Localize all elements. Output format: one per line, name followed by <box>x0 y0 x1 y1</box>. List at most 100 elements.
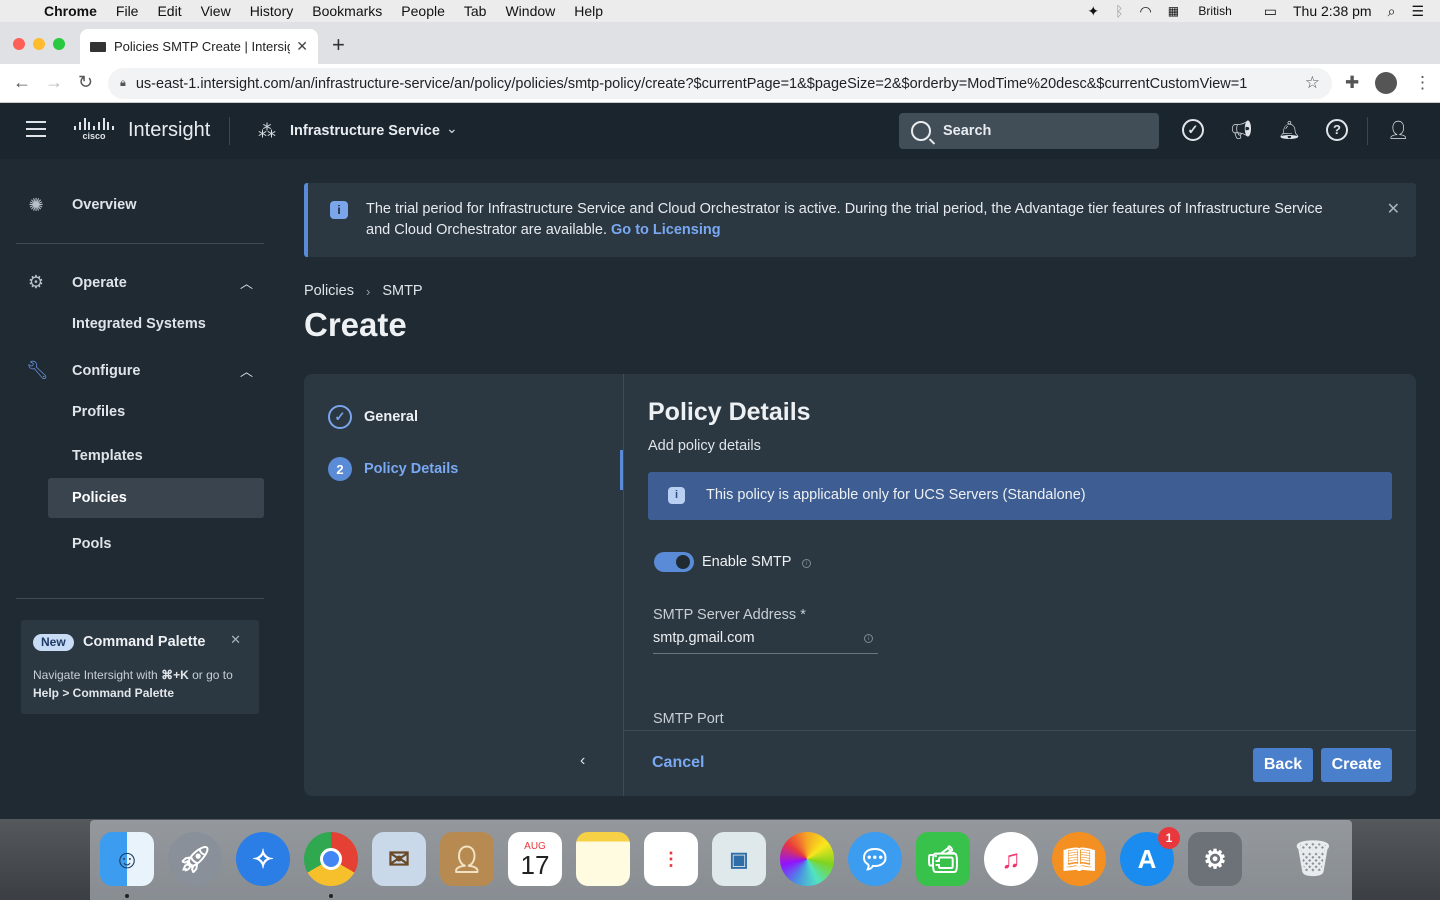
step-label: General <box>364 409 418 425</box>
mail-eagle-icon[interactable]: ✉ <box>372 832 426 886</box>
lock-icon: 🔒︎ <box>120 77 126 89</box>
menu-edit[interactable]: Edit <box>157 3 181 19</box>
menu-people[interactable]: People <box>401 3 445 19</box>
info-icon[interactable]: i <box>864 634 873 643</box>
info-icon[interactable]: i <box>802 559 811 568</box>
sidebar-item-operate[interactable]: Operate <box>72 275 127 291</box>
sidebar-divider <box>16 243 264 244</box>
window-minimize-button[interactable] <box>33 38 45 50</box>
chevron-down-icon[interactable]: ⌄ <box>446 120 458 137</box>
spotlight-icon[interactable]: ⌕ <box>1388 3 1396 20</box>
system-preferences-gear-icon[interactable]: ⚙ <box>1188 832 1242 886</box>
hamburger-menu-icon[interactable] <box>26 121 46 137</box>
menu-view[interactable]: View <box>201 3 231 19</box>
help-icon[interactable]: ? <box>1326 119 1348 141</box>
window-close-button[interactable] <box>13 38 25 50</box>
browser-tab[interactable]: Policies SMTP Create | Intersig ✕ <box>80 29 318 64</box>
wizard-footer: Cancel Back Create <box>624 730 1416 796</box>
new-tab-button[interactable]: + <box>332 32 345 58</box>
sidebar-item-configure[interactable]: Configure <box>72 363 140 379</box>
menu-app-name[interactable]: Chrome <box>44 3 97 19</box>
bluetooth-icon[interactable]: ᛒ <box>1115 3 1123 19</box>
enable-smtp-toggle[interactable] <box>654 552 694 572</box>
wizard-content: Policy Details Add policy details i This… <box>624 374 1416 730</box>
back-button[interactable]: Back <box>1253 748 1313 782</box>
configure-wrench-icon: 🔧︎ <box>26 360 49 380</box>
messages-icon[interactable]: 💬︎ <box>848 832 902 886</box>
cancel-button[interactable]: Cancel <box>652 754 704 772</box>
sidebar-item-policies[interactable]: Policies <box>72 490 127 506</box>
chrome-menu-icon[interactable]: ⋮ <box>1414 73 1431 93</box>
section-subtitle: Add policy details <box>648 438 761 454</box>
smtp-server-input[interactable]: smtp.gmail.com <box>653 630 878 654</box>
breadcrumb-policies[interactable]: Policies <box>304 283 354 299</box>
menu-bookmarks[interactable]: Bookmarks <box>312 3 382 19</box>
menu-history[interactable]: History <box>250 3 294 19</box>
tab-close-icon[interactable]: ✕ <box>296 38 308 55</box>
sidebar-item-profiles[interactable]: Profiles <box>72 404 125 420</box>
sidebar-item-overview[interactable]: Overview <box>72 197 137 213</box>
go-to-licensing-link[interactable]: Go to Licensing <box>611 222 721 238</box>
header-divider <box>229 117 230 145</box>
profile-avatar-icon[interactable] <box>1375 72 1397 94</box>
battery-icon[interactable]: ▭ <box>1264 3 1277 20</box>
cisco-logo-text: cisco <box>82 131 106 141</box>
forward-arrow-icon[interactable]: → <box>45 72 63 93</box>
music-icon[interactable]: ♫ <box>984 832 1038 886</box>
reminders-icon[interactable]: ⋮ <box>644 832 698 886</box>
search-placeholder: Search <box>943 123 992 139</box>
close-icon[interactable]: ✕ <box>230 632 241 648</box>
bookmark-star-icon[interactable]: ☆ <box>1305 73 1320 93</box>
status-app-icon[interactable]: ✦ <box>1087 3 1099 20</box>
menu-file[interactable]: File <box>116 3 139 19</box>
sidebar-item-integrated-systems[interactable]: Integrated Systems <box>72 316 206 332</box>
sidebar-item-pools[interactable]: Pools <box>72 536 111 552</box>
photos-icon[interactable] <box>780 832 834 886</box>
notification-center-icon[interactable]: ☰ <box>1411 3 1424 20</box>
create-button[interactable]: Create <box>1321 748 1392 782</box>
service-switcher[interactable]: Infrastructure Service <box>290 123 440 139</box>
contacts-book-icon[interactable]: 👤︎ <box>440 832 494 886</box>
address-bar[interactable]: 🔒︎ us-east-1.intersight.com/an/infrastru… <box>108 68 1332 99</box>
menu-clock[interactable]: Thu 2:38 pm <box>1293 3 1372 19</box>
collapse-chevron-left-icon[interactable]: ‹ <box>580 752 585 770</box>
finder-icon[interactable]: ☺ <box>100 832 154 886</box>
chevron-up-icon[interactable]: ︿ <box>240 361 253 380</box>
banner-text: The trial period for Infrastructure Serv… <box>366 199 1326 241</box>
wifi-icon[interactable]: ◠ <box>1140 3 1152 20</box>
menu-tab[interactable]: Tab <box>464 3 487 19</box>
menu-help[interactable]: Help <box>574 3 603 19</box>
menu-window[interactable]: Window <box>505 3 555 19</box>
facetime-icon[interactable]: 📹︎ <box>916 832 970 886</box>
sidebar-item-templates[interactable]: Templates <box>72 448 143 464</box>
back-arrow-icon[interactable]: ← <box>13 72 31 93</box>
trial-banner: i The trial period for Infrastructure Se… <box>304 183 1416 257</box>
calendar-icon[interactable]: AUG 17 <box>508 832 562 886</box>
menu-status-area: ✦ ᛒ ◠ ▦ British ▭ Thu 2:38 pm ⌕ ☰ <box>1087 0 1440 22</box>
policy-info-text: This policy is applicable only for UCS S… <box>706 487 1086 503</box>
command-palette-body: Navigate Intersight with ⌘+K or go to He… <box>33 666 247 702</box>
wizard-step-policy-details[interactable]: 2 Policy Details <box>328 457 458 481</box>
product-name[interactable]: Intersight <box>128 119 210 142</box>
announcements-megaphone-icon[interactable]: 📢︎ <box>1230 119 1253 141</box>
chevron-up-icon[interactable]: ︿ <box>240 273 253 292</box>
global-search[interactable]: Search <box>899 113 1159 149</box>
input-source[interactable]: ▦ British <box>1168 4 1248 18</box>
close-icon[interactable]: ✕ <box>1387 199 1400 219</box>
books-icon[interactable]: 📖︎ <box>1052 832 1106 886</box>
safari-compass-icon[interactable]: ✧ <box>236 832 290 886</box>
chrome-icon[interactable] <box>304 832 358 886</box>
wizard-step-general[interactable]: ✓ General <box>328 405 418 429</box>
launchpad-rocket-icon[interactable]: 🚀︎ <box>168 832 222 886</box>
notes-icon[interactable] <box>576 832 630 886</box>
preview-icon[interactable]: ▣ <box>712 832 766 886</box>
window-zoom-button[interactable] <box>53 38 65 50</box>
trash-icon[interactable]: 🗑︎ <box>1286 832 1340 886</box>
extensions-icon[interactable]: ✚ <box>1345 73 1359 93</box>
step-complete-check-icon: ✓ <box>328 405 352 429</box>
reload-icon[interactable]: ↻ <box>78 72 93 93</box>
user-profile-icon[interactable]: 👤︎ <box>1387 119 1410 141</box>
requests-check-icon[interactable]: ✓ <box>1182 119 1204 141</box>
running-indicator <box>125 894 129 898</box>
notifications-bell-icon[interactable]: 🔔︎ <box>1278 119 1301 141</box>
